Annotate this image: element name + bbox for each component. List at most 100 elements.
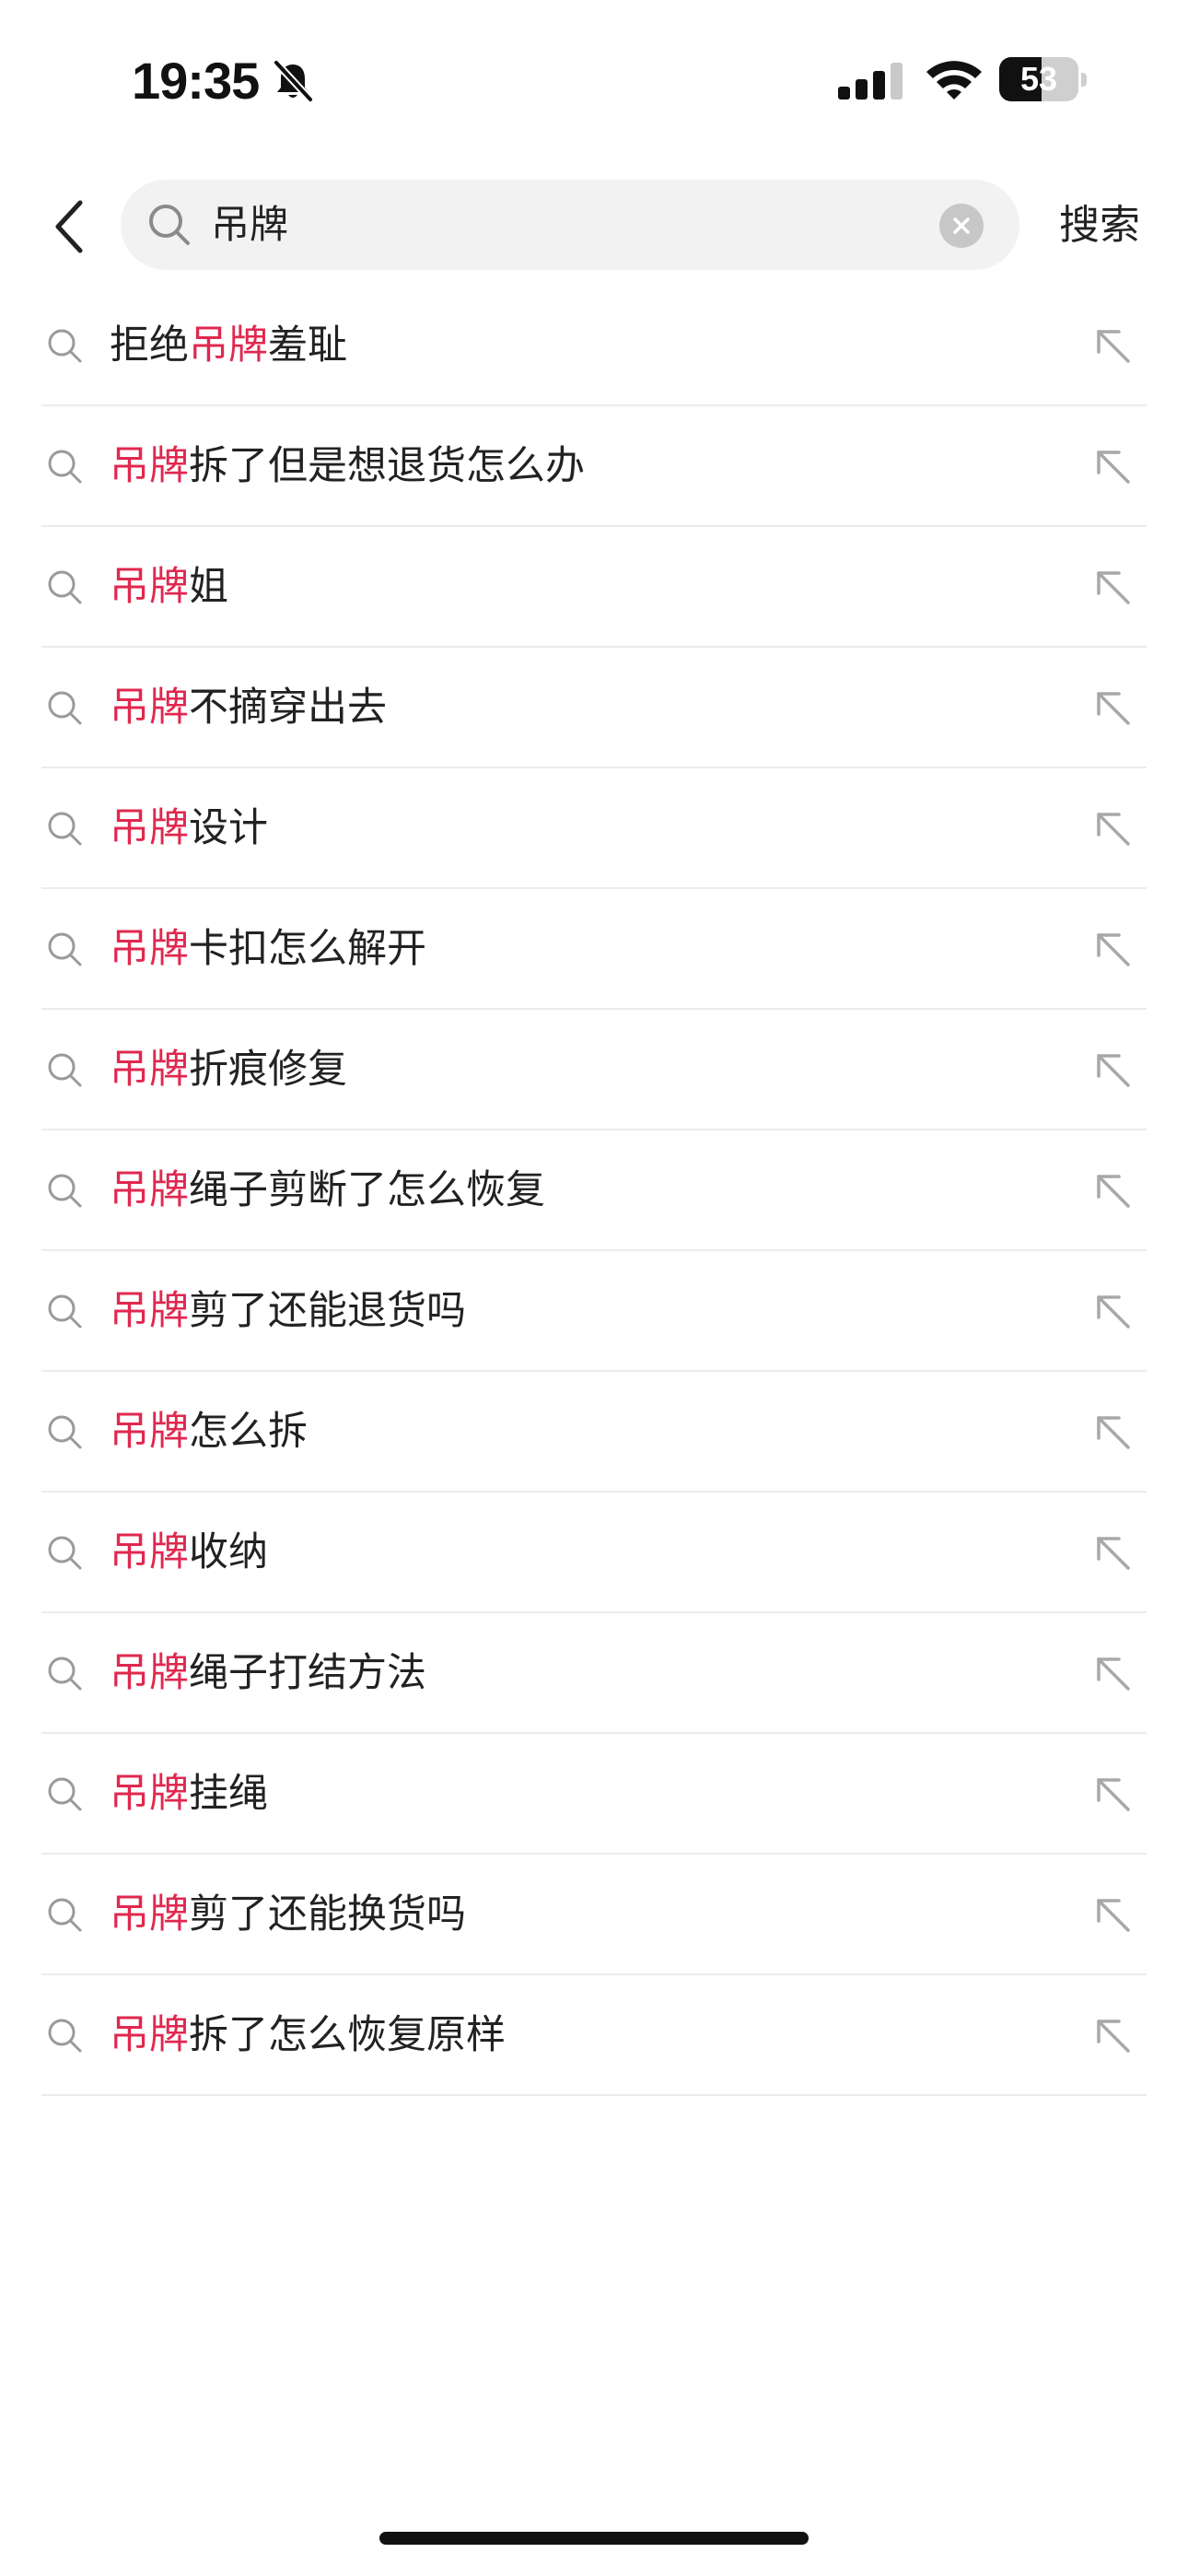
arrow-up-left-icon[interactable] — [1091, 1773, 1134, 1815]
suggestion-text-suffix: 拆了但是想退货怎么办 — [189, 443, 585, 489]
clear-button[interactable] — [939, 204, 984, 248]
chevron-left-icon — [55, 200, 83, 253]
suggestion-item[interactable]: 吊牌绳子打结方法 — [41, 1613, 1147, 1734]
arrow-up-left-icon[interactable] — [1091, 324, 1134, 367]
suggestion-label: 吊牌折痕修复 — [110, 1010, 347, 1130]
suggestion-item[interactable]: 吊牌设计 — [41, 768, 1147, 889]
suggestion-text-match: 吊牌 — [110, 1409, 189, 1455]
search-icon — [48, 2019, 82, 2053]
search-icon — [48, 812, 82, 846]
arrow-up-left-icon[interactable] — [1091, 1169, 1134, 1212]
arrow-up-left-icon[interactable] — [1091, 1531, 1134, 1574]
suggestion-text-match: 吊牌 — [110, 443, 189, 489]
search-icon — [48, 329, 82, 363]
suggestion-item[interactable]: 吊牌拆了怎么恢复原样 — [41, 1975, 1147, 2096]
suggestion-item[interactable]: 拒绝吊牌羞耻 — [41, 286, 1147, 406]
suggestion-item[interactable]: 吊牌挂绳 — [41, 1734, 1147, 1855]
suggestion-label: 吊牌剪了还能退货吗 — [110, 1251, 466, 1372]
suggestion-label: 吊牌收纳 — [110, 1493, 268, 1613]
suggestion-list: 拒绝吊牌羞耻 吊牌拆了但是想退货怎么办 吊牌姐 吊牌不摘穿出去 吊牌设计 吊牌卡扣怎么解开… — [41, 286, 1147, 2096]
suggestion-text-suffix: 卡扣怎么解开 — [189, 926, 426, 972]
arrow-up-left-icon[interactable] — [1091, 1893, 1134, 1936]
suggestion-text-match: 吊牌 — [110, 1288, 189, 1334]
battery-percent: 53 — [1019, 60, 1058, 98]
search-icon — [48, 1898, 82, 1932]
suggestion-text-match: 吊牌 — [110, 1047, 189, 1093]
suggestion-text-match: 吊牌 — [110, 1167, 189, 1213]
back-button[interactable] — [37, 190, 101, 263]
search-icon — [48, 1294, 82, 1329]
arrow-up-left-icon[interactable] — [1091, 807, 1134, 849]
suggestion-text-suffix: 不摘穿出去 — [189, 685, 387, 731]
suggestion-label: 吊牌卡扣怎么解开 — [110, 889, 426, 1010]
search-icon — [48, 1174, 82, 1208]
suggestion-label: 拒绝吊牌羞耻 — [110, 286, 347, 406]
arrow-up-left-icon[interactable] — [1091, 928, 1134, 970]
search-icon — [48, 1777, 82, 1811]
suggestion-text-match: 吊牌 — [110, 1771, 189, 1817]
search-bar[interactable] — [121, 180, 1019, 270]
suggestion-text-match: 吊牌 — [110, 805, 189, 851]
suggestion-text-match: 吊牌 — [110, 1529, 189, 1575]
suggestion-text-suffix: 羞耻 — [268, 322, 347, 369]
arrow-up-left-icon[interactable] — [1091, 566, 1134, 608]
suggestion-label: 吊牌不摘穿出去 — [110, 648, 387, 768]
suggestion-item[interactable]: 吊牌拆了但是想退货怎么办 — [41, 406, 1147, 527]
bell-muted-icon — [274, 60, 313, 102]
status-bar: 19:35 53 — [0, 0, 1188, 157]
cellular-signal-icon — [838, 63, 903, 100]
suggestion-text-suffix: 剪了还能换货吗 — [189, 1891, 466, 1938]
arrow-up-left-icon[interactable] — [1091, 2014, 1134, 2056]
search-icon — [48, 1657, 82, 1691]
suggestion-label: 吊牌剪了还能换货吗 — [110, 1855, 466, 1975]
search-icon — [48, 691, 82, 725]
suggestion-item[interactable]: 吊牌卡扣怎么解开 — [41, 889, 1147, 1010]
suggestion-item[interactable]: 吊牌怎么拆 — [41, 1372, 1147, 1493]
suggestion-text-suffix: 剪了还能退货吗 — [189, 1288, 466, 1334]
wifi-icon — [926, 61, 982, 100]
suggestion-label: 吊牌姐 — [110, 527, 228, 648]
suggestion-item[interactable]: 吊牌剪了还能换货吗 — [41, 1855, 1147, 1975]
suggestion-text-suffix: 折痕修复 — [189, 1047, 347, 1093]
suggestion-label: 吊牌拆了但是想退货怎么办 — [110, 406, 585, 527]
suggestion-text-suffix: 挂绳 — [189, 1771, 268, 1817]
suggestion-text-suffix: 绳子打结方法 — [189, 1650, 426, 1696]
suggestion-text-match: 吊牌 — [110, 1891, 189, 1938]
search-icon — [48, 570, 82, 604]
search-button[interactable]: 搜索 — [1059, 175, 1140, 276]
suggestion-text-match: 吊牌 — [110, 564, 189, 610]
suggestion-text-prefix: 拒绝 — [110, 322, 189, 369]
arrow-up-left-icon[interactable] — [1091, 686, 1134, 729]
arrow-up-left-icon[interactable] — [1091, 1290, 1134, 1332]
search-icon — [48, 1053, 82, 1087]
battery-icon: 53 — [999, 57, 1088, 103]
search-icon — [48, 1536, 82, 1570]
arrow-up-left-icon[interactable] — [1091, 1411, 1134, 1453]
suggestion-text-suffix: 设计 — [189, 805, 268, 851]
suggestion-text-suffix: 收纳 — [189, 1529, 268, 1575]
search-icon — [48, 1415, 82, 1449]
search-icon — [149, 205, 190, 245]
suggestion-label: 吊牌挂绳 — [110, 1734, 268, 1855]
home-indicator[interactable] — [379, 2532, 809, 2545]
suggestion-item[interactable]: 吊牌折痕修复 — [41, 1010, 1147, 1130]
status-time: 19:35 — [132, 52, 260, 110]
suggestion-text-match: 吊牌 — [110, 1650, 189, 1696]
suggestion-text-suffix: 拆了怎么恢复原样 — [189, 2012, 506, 2058]
suggestion-text-match: 吊牌 — [110, 926, 189, 972]
arrow-up-left-icon[interactable] — [1091, 445, 1134, 487]
suggestion-text-suffix: 绳子剪断了怎么恢复 — [189, 1167, 545, 1213]
suggestion-item[interactable]: 吊牌姐 — [41, 527, 1147, 648]
suggestion-label: 吊牌设计 — [110, 768, 268, 889]
suggestion-item[interactable]: 吊牌不摘穿出去 — [41, 648, 1147, 768]
suggestion-text-match: 吊牌 — [189, 322, 268, 369]
arrow-up-left-icon[interactable] — [1091, 1048, 1134, 1091]
suggestion-item[interactable]: 吊牌绳子剪断了怎么恢复 — [41, 1130, 1147, 1251]
arrow-up-left-icon[interactable] — [1091, 1652, 1134, 1694]
suggestion-item[interactable]: 吊牌收纳 — [41, 1493, 1147, 1613]
clear-icon — [953, 217, 970, 234]
suggestion-item[interactable]: 吊牌剪了还能退货吗 — [41, 1251, 1147, 1372]
search-input[interactable] — [211, 180, 929, 270]
search-header: 搜索 — [0, 175, 1188, 276]
suggestion-label: 吊牌拆了怎么恢复原样 — [110, 1975, 506, 2096]
